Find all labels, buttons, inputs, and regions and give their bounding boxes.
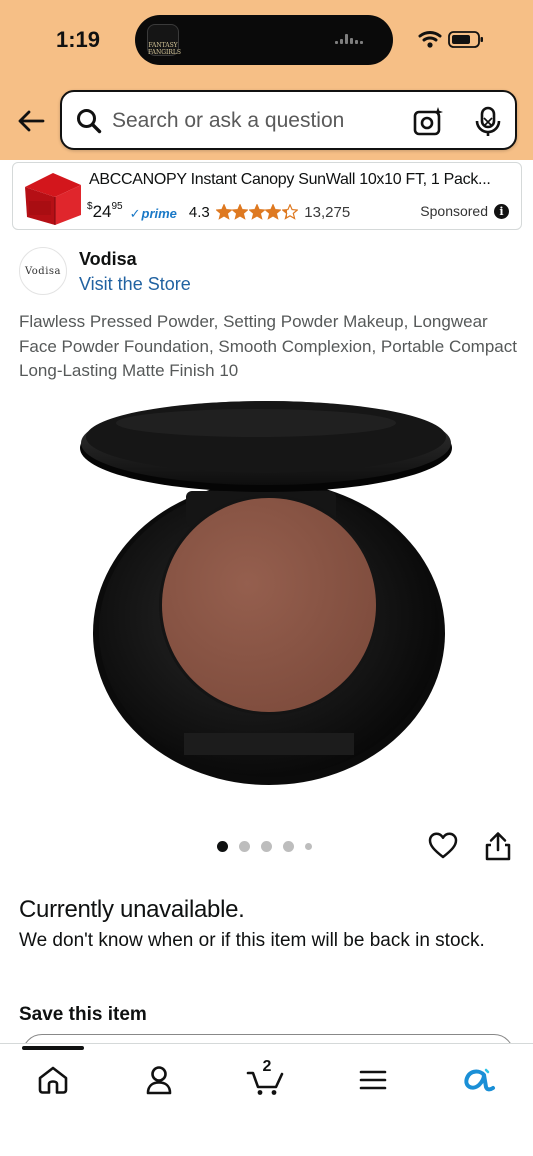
search-icon bbox=[77, 109, 102, 134]
sponsored-ad[interactable]: ABCCANOPY Instant Canopy SunWall 10x10 F… bbox=[12, 162, 522, 230]
carousel-dot[interactable] bbox=[217, 841, 228, 852]
star-icon bbox=[232, 204, 249, 220]
account-icon bbox=[146, 1066, 172, 1095]
brand-logo[interactable]: Vodisa bbox=[19, 247, 67, 295]
ad-price-whole: 24 bbox=[92, 202, 112, 221]
ad-review-count: 13,275 bbox=[304, 203, 351, 221]
battery-icon bbox=[448, 31, 483, 48]
now-playing-app-icon: FANTASY FANGIRLS bbox=[147, 24, 181, 56]
prime-check-icon: ✓ bbox=[129, 205, 141, 221]
rufus-icon bbox=[464, 1068, 495, 1092]
status-time: 1:19 bbox=[56, 27, 101, 52]
now-playing-app-label: FANTASY FANGIRLS bbox=[148, 42, 181, 56]
ad-title: ABCCANOPY Instant Canopy SunWall 10x10 F… bbox=[89, 171, 491, 188]
image-carousel-dots[interactable] bbox=[217, 841, 323, 852]
ad-price-symbol: $ bbox=[87, 201, 93, 212]
bottom-nav: 2 bbox=[0, 1043, 533, 1156]
search-input[interactable] bbox=[112, 104, 392, 138]
ad-rating: 4.3 bbox=[188, 203, 210, 221]
nav-home[interactable] bbox=[31, 1060, 75, 1100]
nav-account[interactable] bbox=[137, 1060, 181, 1100]
carousel-dot[interactable] bbox=[305, 843, 312, 850]
dynamic-island: FANTASY FANGIRLS bbox=[135, 15, 393, 65]
product-image[interactable] bbox=[76, 393, 456, 785]
availability-message: We don't know when or if this item will … bbox=[19, 930, 485, 951]
menu-icon bbox=[359, 1070, 387, 1090]
carousel-dot[interactable] bbox=[261, 841, 272, 852]
star-icon bbox=[265, 204, 282, 220]
ad-price-fraction: 95 bbox=[111, 201, 123, 212]
search-bar[interactable] bbox=[60, 90, 517, 150]
availability-title: Currently unavailable. bbox=[19, 896, 245, 923]
star-icon bbox=[215, 204, 232, 220]
back-arrow-icon bbox=[18, 110, 45, 132]
active-tab-indicator bbox=[22, 1046, 84, 1050]
carousel-dot[interactable] bbox=[283, 841, 294, 852]
cart-count: 2 bbox=[262, 1058, 272, 1075]
star-icon bbox=[248, 204, 265, 220]
camera-lens-icon[interactable] bbox=[412, 106, 444, 138]
sponsored-label[interactable]: Sponsored i bbox=[420, 203, 509, 219]
carousel-dot[interactable] bbox=[239, 841, 250, 852]
sponsored-text: Sponsored bbox=[420, 203, 488, 219]
microphone-icon[interactable] bbox=[474, 106, 502, 138]
wifi-icon bbox=[418, 31, 442, 48]
back-button[interactable] bbox=[14, 104, 48, 138]
audio-waveform-icon bbox=[335, 34, 365, 46]
ad-price: $24 95 bbox=[87, 201, 123, 222]
brand-name: Vodisa bbox=[79, 249, 137, 269]
star-icon bbox=[281, 204, 298, 220]
info-icon: i bbox=[494, 203, 509, 219]
heart-icon[interactable] bbox=[428, 831, 458, 861]
share-icon[interactable] bbox=[484, 831, 512, 861]
visit-store-link[interactable]: Visit the Store bbox=[79, 274, 191, 295]
app-header: 1:19 FANTASY FANGIRLS bbox=[0, 0, 533, 160]
ad-product-image bbox=[25, 173, 81, 225]
ad-meta: $24 95 ✓prime 4.3 13,275 bbox=[85, 201, 351, 222]
prime-badge: ✓prime bbox=[130, 206, 177, 222]
save-item-heading: Save this item bbox=[19, 1004, 147, 1025]
nav-cart[interactable]: 2 bbox=[244, 1058, 288, 1100]
nav-menu[interactable] bbox=[351, 1060, 395, 1100]
nav-rufus[interactable] bbox=[457, 1060, 501, 1100]
status-icons bbox=[418, 31, 483, 48]
star-rating bbox=[215, 204, 299, 220]
product-title: Flawless Pressed Powder, Setting Powder … bbox=[19, 312, 517, 380]
prime-label: prime bbox=[141, 205, 177, 221]
home-icon bbox=[38, 1066, 68, 1094]
